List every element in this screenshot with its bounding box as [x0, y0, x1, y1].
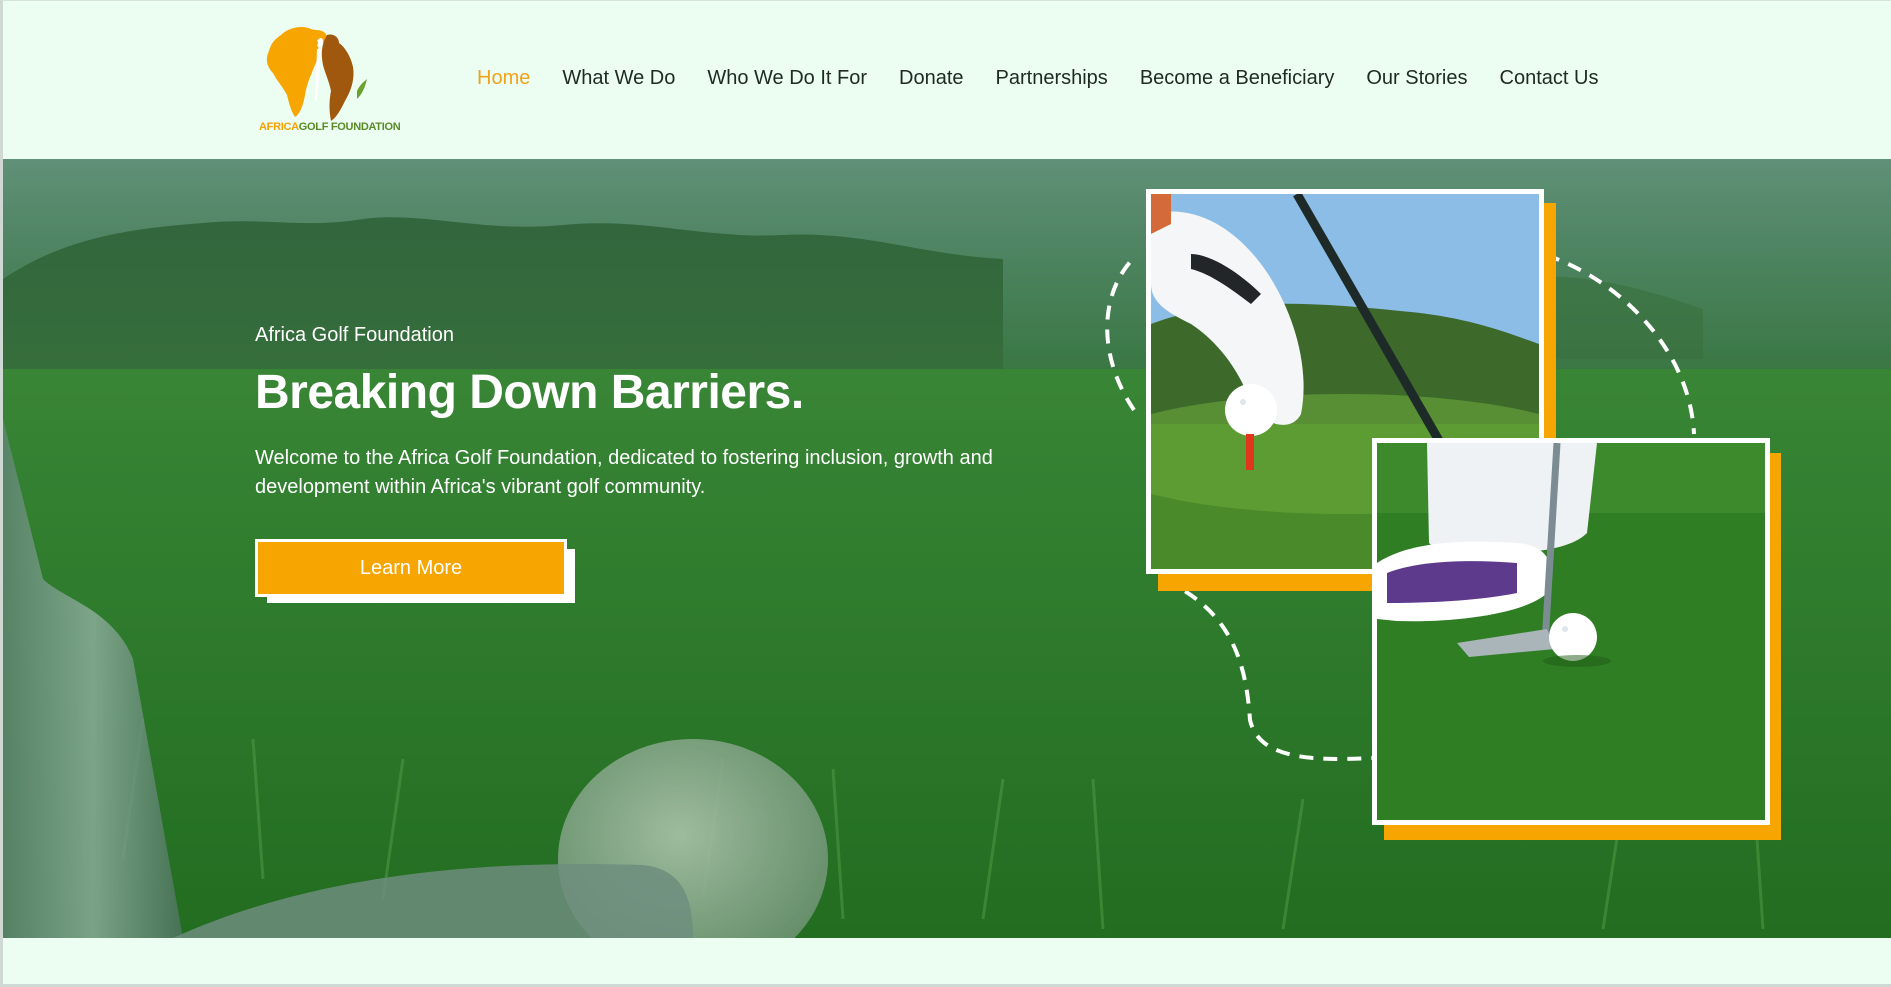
nav-home[interactable]: Home: [477, 67, 530, 90]
learn-more-button[interactable]: Learn More: [255, 539, 567, 597]
logo-wordmark: AFRICAGOLF FOUNDATION: [259, 121, 401, 133]
africa-map-golfer-logo-icon: [266, 27, 367, 122]
golf-putt-image: [1377, 443, 1765, 820]
logo-wordmark-gf: GOLF FOUNDATION: [298, 121, 401, 133]
nav-contact-us[interactable]: Contact Us: [1500, 67, 1599, 90]
main-nav: Home What We Do Who We Do It For Donate …: [477, 67, 1630, 90]
nav-our-stories[interactable]: Our Stories: [1366, 67, 1467, 90]
nav-what-we-do[interactable]: What We Do: [562, 67, 675, 90]
nav-partnerships[interactable]: Partnerships: [996, 67, 1108, 90]
site-header: AFRICAGOLF FOUNDATION Home What We Do Wh…: [3, 1, 1891, 159]
nav-become-a-beneficiary[interactable]: Become a Beneficiary: [1140, 67, 1335, 90]
golf-putt-photo: [1372, 438, 1770, 825]
site-logo[interactable]: AFRICAGOLF FOUNDATION: [259, 21, 401, 141]
nav-donate[interactable]: Donate: [899, 67, 964, 90]
next-section-strip: [3, 938, 1891, 987]
logo-wordmark-africa: AFRICA: [259, 121, 299, 133]
hero-text-block: Africa Golf Foundation Breaking Down Bar…: [255, 324, 1075, 502]
hero-lead: Welcome to the Africa Golf Foundation, d…: [255, 447, 993, 498]
cta-wrapper: Learn More: [255, 539, 579, 609]
hero-eyebrow: Africa Golf Foundation: [255, 324, 454, 346]
nav-who-we-do-it-for[interactable]: Who We Do It For: [707, 67, 867, 90]
hero-headline: Breaking Down Barriers.: [255, 366, 804, 419]
